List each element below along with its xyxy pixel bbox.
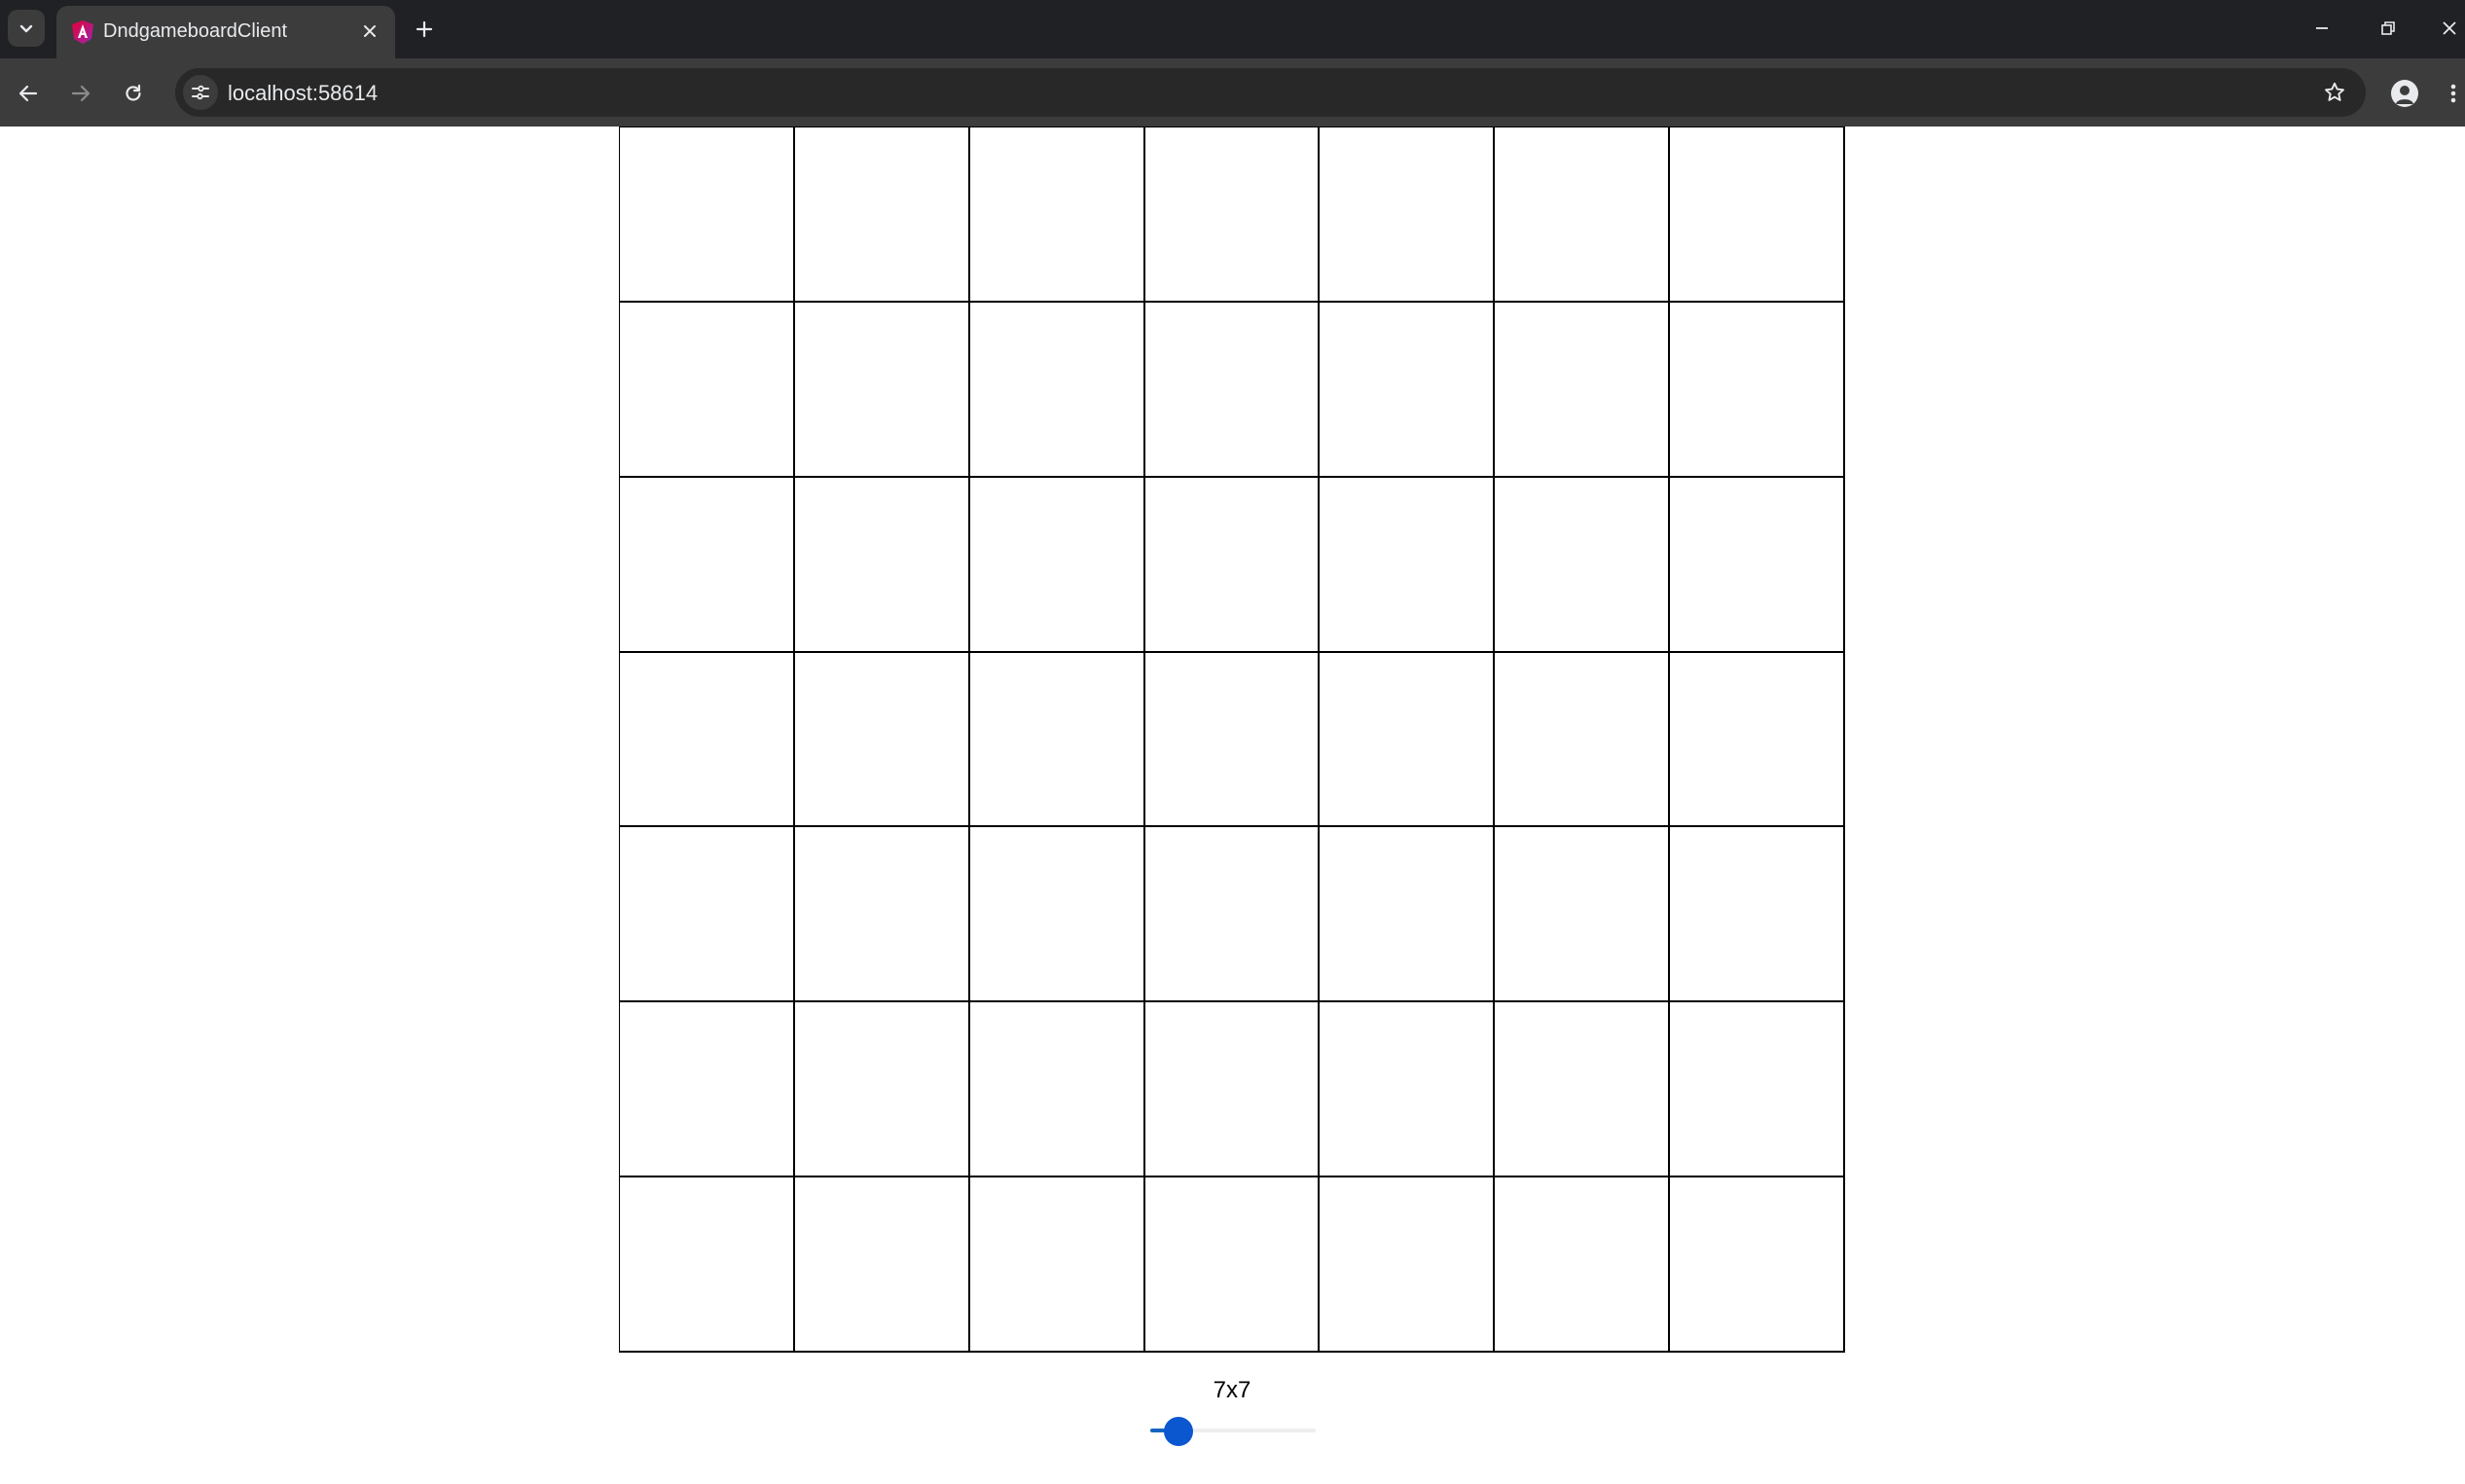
board-cell[interactable]	[620, 827, 795, 1003]
board-cell[interactable]	[1144, 1002, 1321, 1178]
tab-close-button[interactable]	[358, 19, 381, 43]
board-cell[interactable]	[1495, 827, 1671, 1003]
minimize-button[interactable]	[2302, 12, 2341, 45]
board-cell[interactable]	[969, 652, 1145, 828]
board-cell[interactable]	[1495, 1177, 1671, 1353]
board-cell[interactable]	[1670, 1177, 1845, 1353]
board-cell[interactable]	[1144, 827, 1321, 1003]
board-cell[interactable]	[794, 827, 970, 1003]
board-cell[interactable]	[1495, 1002, 1671, 1178]
board-cell[interactable]	[620, 1177, 795, 1353]
board-cell[interactable]	[1144, 127, 1321, 303]
board-cell[interactable]	[620, 127, 795, 303]
board-size-slider[interactable]	[1150, 1413, 1316, 1448]
board-cell[interactable]	[969, 302, 1145, 478]
board-cell[interactable]	[1670, 477, 1845, 653]
menu-button[interactable]	[2441, 75, 2465, 112]
arrow-left-icon	[18, 85, 38, 102]
back-button[interactable]	[10, 75, 47, 112]
tab-search-button[interactable]	[8, 10, 45, 47]
board-cell[interactable]	[794, 1177, 970, 1353]
board-cell[interactable]	[1144, 652, 1321, 828]
angular-logo-icon	[72, 20, 93, 44]
close-icon	[364, 25, 376, 37]
board-size-label: 7x7	[1213, 1377, 1251, 1403]
minimize-icon	[2316, 27, 2328, 29]
active-tab[interactable]: DndgameboardClient	[56, 6, 395, 58]
board-cell[interactable]	[969, 477, 1145, 653]
board-cell[interactable]	[620, 652, 795, 828]
board-cell[interactable]	[969, 827, 1145, 1003]
board-cell[interactable]	[794, 127, 970, 303]
board-cell[interactable]	[1320, 302, 1496, 478]
avatar-icon	[2391, 80, 2418, 107]
board-cell[interactable]	[1320, 477, 1496, 653]
new-tab-button[interactable]	[409, 14, 440, 45]
board-cell[interactable]	[1320, 652, 1496, 828]
tab-strip: DndgameboardClient	[0, 0, 2465, 58]
board-cell[interactable]	[1670, 127, 1845, 303]
board-cell[interactable]	[1320, 1002, 1496, 1178]
board-cell[interactable]	[1320, 1177, 1496, 1353]
bookmark-button[interactable]	[2319, 77, 2350, 108]
reload-button[interactable]	[115, 75, 152, 112]
board-cell[interactable]	[620, 1002, 795, 1178]
board-cell[interactable]	[969, 127, 1145, 303]
board-cell[interactable]	[1144, 302, 1321, 478]
profile-button[interactable]	[2386, 75, 2423, 112]
board-cell[interactable]	[794, 1002, 970, 1178]
slider-thumb[interactable]	[1164, 1417, 1193, 1446]
board-cell[interactable]	[1320, 127, 1496, 303]
restore-button[interactable]	[2369, 12, 2408, 45]
board-cell[interactable]	[1144, 477, 1321, 653]
browser-toolbar: localhost:58614	[0, 58, 2465, 127]
forward-button[interactable]	[62, 75, 99, 112]
board-cell[interactable]	[1670, 302, 1845, 478]
board-cell[interactable]	[1495, 477, 1671, 653]
chevron-down-icon	[19, 24, 33, 33]
board-cell[interactable]	[1495, 652, 1671, 828]
board-cell[interactable]	[620, 477, 795, 653]
board-cell[interactable]	[1144, 1177, 1321, 1353]
board-cell[interactable]	[794, 652, 970, 828]
plus-icon	[416, 20, 433, 38]
board-cell[interactable]	[1670, 827, 1845, 1003]
site-info-button[interactable]	[183, 75, 218, 110]
board-cell[interactable]	[1495, 127, 1671, 303]
board-cell[interactable]	[794, 302, 970, 478]
board-cell[interactable]	[1495, 302, 1671, 478]
board-cell[interactable]	[969, 1002, 1145, 1178]
board-cell[interactable]	[794, 477, 970, 653]
board-cell[interactable]	[1670, 1002, 1845, 1178]
page-viewport: 7x7	[0, 127, 2465, 1484]
reload-icon	[126, 84, 141, 101]
game-board	[619, 127, 1845, 1353]
close-icon	[2442, 21, 2456, 35]
restore-icon	[2381, 21, 2395, 35]
arrow-right-icon	[71, 85, 91, 102]
tune-icon	[192, 85, 209, 100]
url-text: localhost:58614	[228, 81, 379, 105]
board-cell[interactable]	[1320, 827, 1496, 1003]
star-icon	[2325, 82, 2344, 101]
address-bar[interactable]: localhost:58614	[175, 68, 2366, 117]
board-cell[interactable]	[620, 302, 795, 478]
tab-title: DndgameboardClient	[103, 20, 288, 42]
more-vert-icon	[2450, 84, 2455, 103]
close-window-button[interactable]	[2433, 12, 2465, 45]
board-cell[interactable]	[969, 1177, 1145, 1353]
board-cell[interactable]	[1670, 652, 1845, 828]
